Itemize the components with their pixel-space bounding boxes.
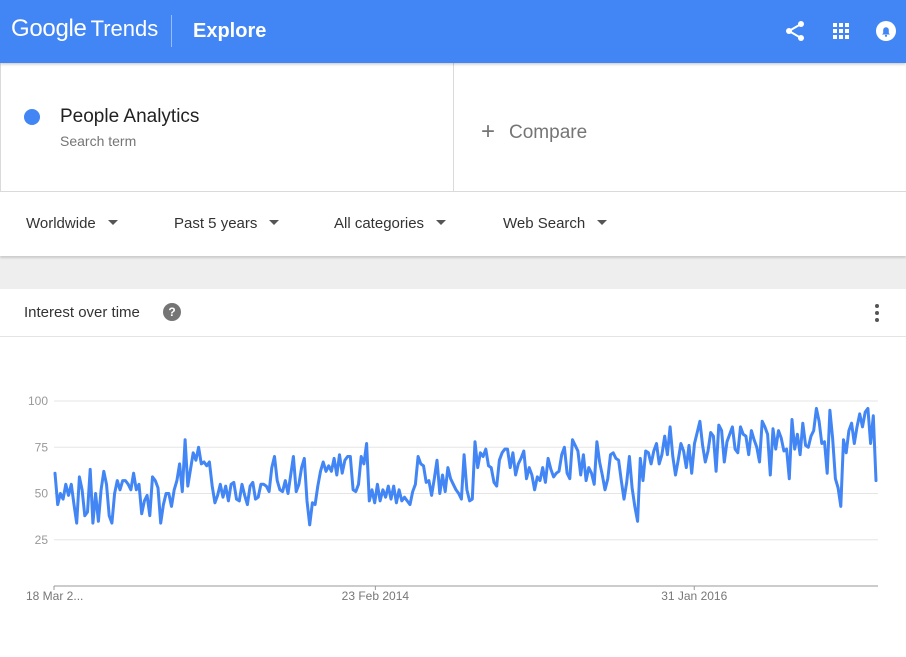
- term-color-dot: [24, 109, 40, 125]
- apps-grid-icon[interactable]: [829, 19, 853, 43]
- category-filter-label: All categories: [334, 215, 425, 232]
- y-tick-label: 50: [35, 487, 49, 501]
- search-property-label: Web Search: [503, 215, 586, 232]
- logo-google-text: Google: [11, 15, 87, 42]
- region-filter-label: Worldwide: [26, 215, 96, 232]
- y-axis-ticks: 25 50 75 100: [28, 394, 48, 547]
- search-term-card[interactable]: People Analytics Search term: [0, 63, 454, 192]
- dropdown-caret-icon: [269, 220, 280, 225]
- filter-bar: Worldwide Past 5 years All categories We…: [0, 192, 906, 256]
- page-title: Explore: [193, 20, 267, 42]
- time-filter-label: Past 5 years: [174, 215, 258, 232]
- x-tick-label: 31 Jan 2016: [661, 589, 727, 603]
- search-term-subtitle: Search term: [60, 133, 137, 149]
- interest-over-time-chart[interactable]: 25 50 75 100 18 Mar 2... 23 Feb 2014 31 Jan 2…: [0, 337, 906, 657]
- compare-button[interactable]: + Compare: [481, 117, 587, 145]
- google-trends-logo[interactable]: Google Trends: [11, 14, 158, 47]
- card-title: Interest over time: [24, 304, 140, 321]
- time-filter[interactable]: Past 5 years: [174, 215, 280, 232]
- dropdown-caret-icon: [436, 220, 447, 225]
- compare-label: Compare: [509, 122, 588, 143]
- y-tick-label: 25: [35, 533, 49, 547]
- search-property-filter[interactable]: Web Search: [503, 215, 608, 232]
- section-separator: [0, 256, 906, 289]
- dropdown-caret-icon: [107, 220, 118, 225]
- header-divider: [171, 15, 172, 47]
- dropdown-caret-icon: [597, 220, 608, 225]
- series-line-people-analytics: [53, 406, 878, 527]
- x-tick-label: 18 Mar 2...: [26, 589, 83, 603]
- search-term-name[interactable]: People Analytics: [60, 106, 199, 128]
- notifications-icon[interactable]: [874, 19, 898, 43]
- chart-series: [53, 406, 878, 527]
- chart-gridlines: [54, 400, 878, 587]
- x-axis-ticks: 18 Mar 2... 23 Feb 2014 31 Jan 2016: [26, 586, 728, 603]
- y-tick-label: 100: [28, 394, 48, 408]
- x-tick-label: 23 Feb 2014: [342, 589, 410, 603]
- interest-over-time-header: Interest over time ?: [0, 289, 906, 337]
- logo-trends-text: Trends: [90, 16, 159, 41]
- y-tick-label: 75: [35, 440, 49, 454]
- search-term-row: People Analytics Search term + Compare: [0, 63, 906, 192]
- share-icon[interactable]: [783, 19, 807, 43]
- category-filter[interactable]: All categories: [334, 215, 447, 232]
- app-header: Google Trends Explore: [0, 0, 906, 63]
- help-icon[interactable]: ?: [163, 303, 181, 321]
- region-filter[interactable]: Worldwide: [26, 215, 118, 232]
- more-options-icon[interactable]: [867, 301, 887, 325]
- plus-icon: +: [481, 118, 496, 145]
